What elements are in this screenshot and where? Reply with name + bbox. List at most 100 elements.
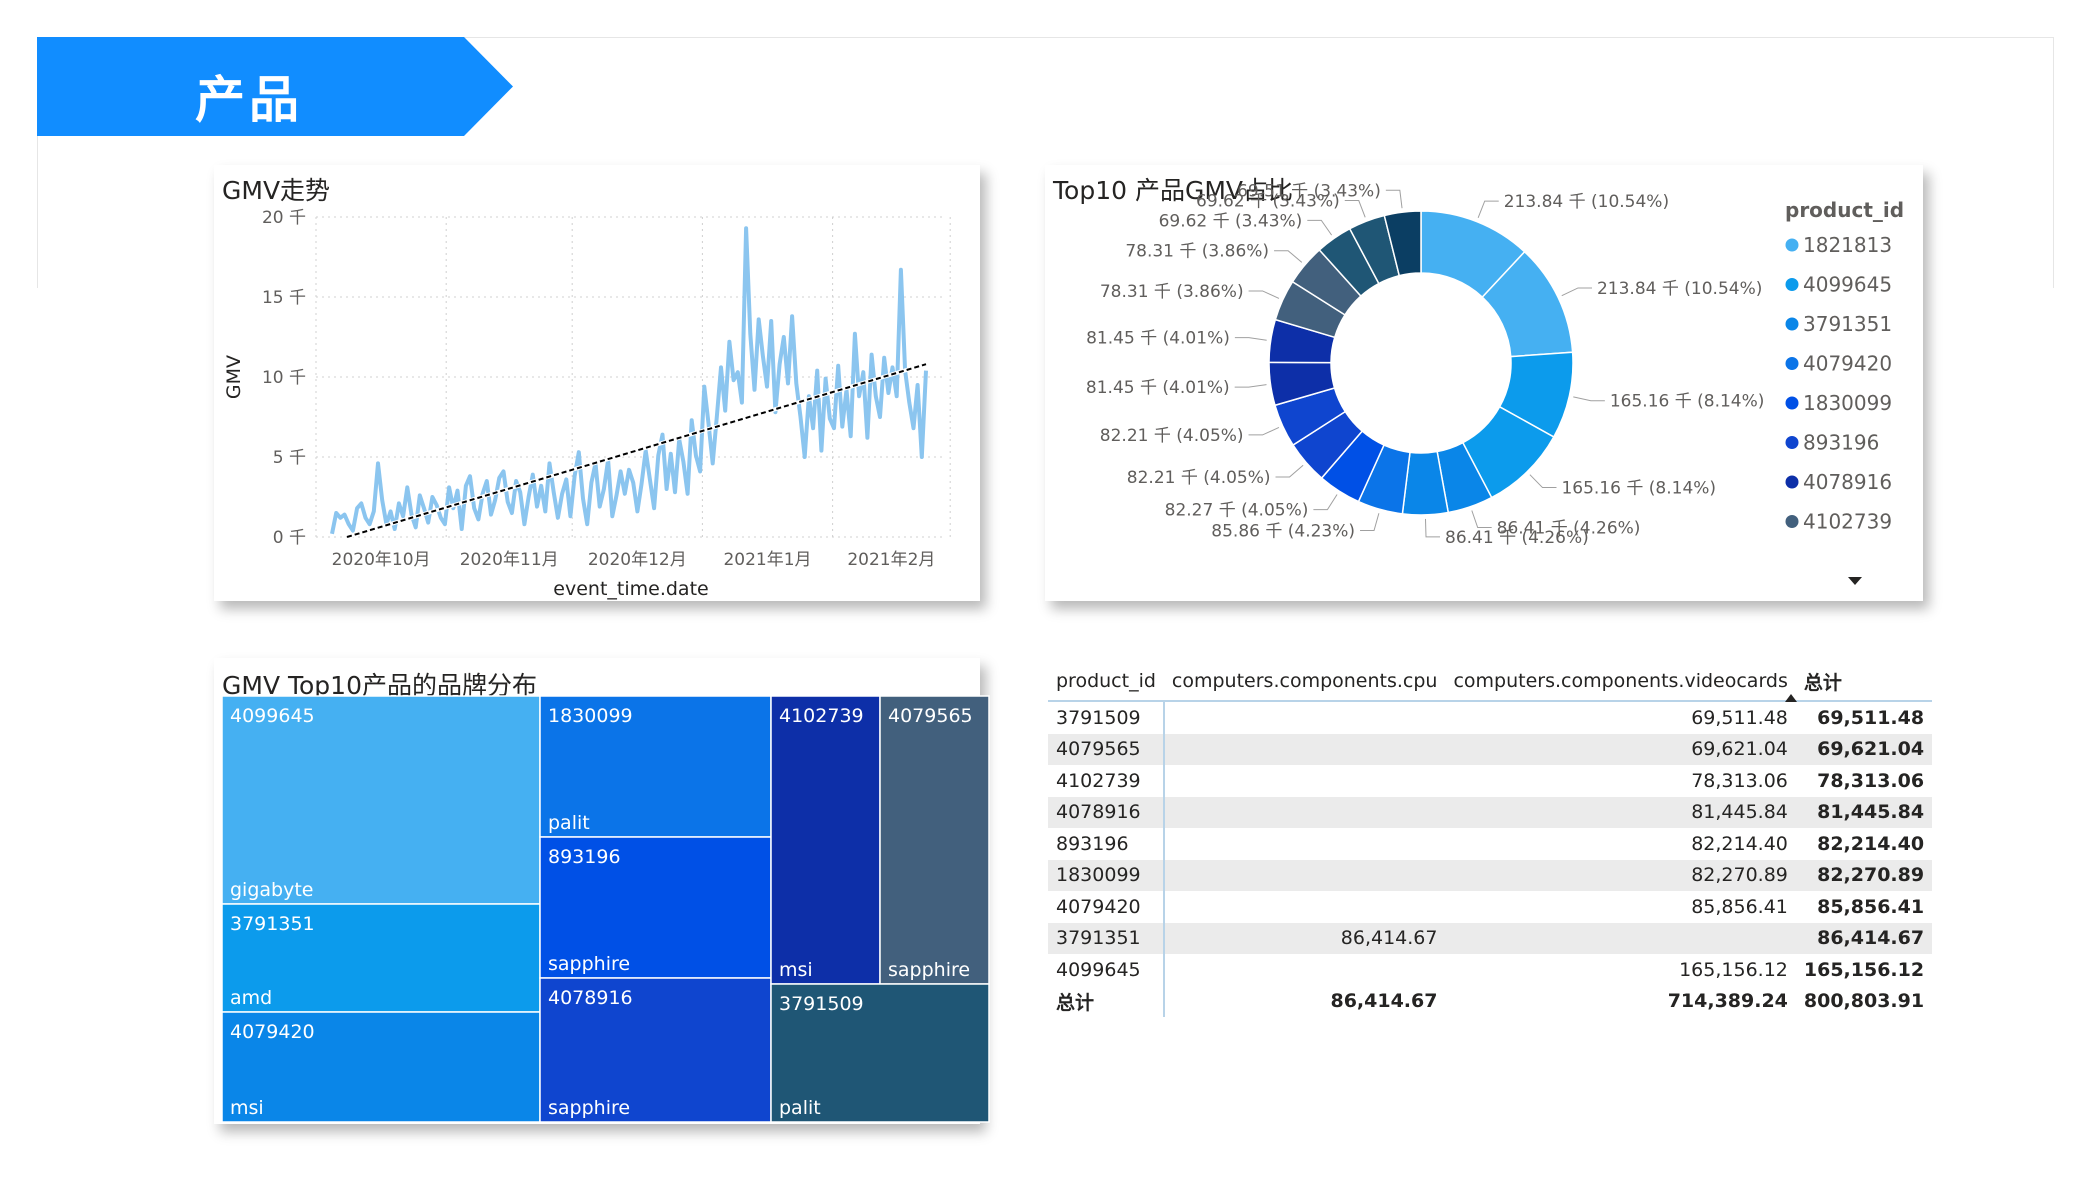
cell-videocards: 85,856.41 (1691, 895, 1788, 918)
row-product-id: 1830099 (1048, 859, 1165, 891)
legend-item-label: 4099645 (1803, 273, 1892, 297)
table-row: 1830099 82,270.89 82,270.89 (1048, 859, 1933, 891)
treemap-tile-id: 4079565 (888, 705, 973, 727)
legend-marker (1785, 436, 1799, 449)
legend-marker (1785, 357, 1799, 370)
table-row: 3791351 86,414.67 86,414.67 (1048, 922, 1933, 954)
cell-total: 86,414.67 (1795, 922, 1933, 954)
row-product-id: 4079565 (1048, 733, 1165, 765)
matrix-body: 3791509 69,511.48 69,511.48 4079565 69,6… (1048, 701, 1933, 1017)
donut-data-label: 78.31 千 (3.86%) (1125, 242, 1269, 262)
cell-total: 69,621.04 (1795, 733, 1933, 765)
y-tick-label: 0 千 (273, 528, 306, 548)
x-tick-label: 2020年11月 (460, 550, 559, 570)
cell-videocards: 78,313.06 (1691, 769, 1788, 792)
row-product-id: 893196 (1048, 828, 1165, 860)
cell-total: 69,511.48 (1817, 706, 1925, 729)
donut-data-label: 81.45 千 (4.01%) (1086, 329, 1230, 349)
treemap-tile-brand: palit (548, 812, 590, 834)
donut-leader-line (1561, 287, 1592, 297)
col-header-total[interactable]: 总计 (1795, 662, 1933, 702)
donut-leader-line (1344, 200, 1366, 218)
gmv-trend-card[interactable]: GMV走势 0 千5 千 10 千 15 千 20 千 2020年10月 2020年11月… (214, 165, 980, 601)
treemap-tile-brand: palit (779, 1097, 821, 1119)
table-row: 4079420 85,856.41 85,856.41 (1048, 891, 1932, 923)
cell-cpu (1163, 733, 1446, 765)
page-title: 产品 (195, 71, 303, 129)
legend-item-label: 1821813 (1803, 233, 1892, 257)
treemap-tile-brand: msi (230, 1097, 264, 1119)
brand-distribution-treemap: 4099645 gigabyte 3791351 amd 4079420 msi 18300… (221, 695, 990, 1123)
treemap-tile (770, 695, 881, 985)
donut-leader-line (1471, 510, 1492, 529)
donut-leader-line (1529, 474, 1557, 489)
brand-distribution-card[interactable]: GMV Top10产品的品牌分布 4099645 gigabyte 3791351 a… (214, 658, 990, 1124)
col-header-product-id[interactable]: product_id (1048, 662, 1164, 702)
y-tick-label: 20 千 (262, 208, 306, 228)
cell-cpu (1163, 796, 1446, 828)
table-row: 893196 82,214.40 82,214.40 (1048, 828, 1932, 860)
cell-videocards: 69,511.48 (1691, 706, 1788, 729)
cell-total: 85,856.41 (1817, 895, 1925, 918)
treemap-tile (879, 695, 990, 985)
cell-total: 78,313.06 (1817, 769, 1925, 792)
y-axis-title: GMV (223, 355, 245, 399)
legend-item-label: 4078916 (1803, 470, 1892, 494)
cell-videocards: 165,156.12 (1679, 958, 1788, 981)
treemap-tile-brand: msi (779, 959, 813, 981)
col-header-videocards[interactable]: computers.components.videocards (1445, 662, 1796, 702)
donut-data-label: 165.16 千 (8.14%) (1610, 392, 1765, 412)
cell-videocards: 81,445.84 (1445, 796, 1796, 828)
cell-videocards: 82,270.89 (1445, 859, 1796, 891)
sort-ascending-icon[interactable] (1785, 694, 1797, 702)
total-videocards: 714,389.24 (1667, 990, 1788, 1013)
donut-leader-line (1248, 427, 1280, 436)
col-header-cpu[interactable]: computers.components.cpu (1163, 662, 1446, 702)
legend-marker (1785, 475, 1799, 489)
treemap-tile (221, 695, 541, 905)
top10-gmv-share-chart: 213.84 千 (10.54%) 213.84 千 (10.54%) 165.16… (1086, 181, 1904, 585)
donut-data-label: 69.51 千 (3.43%) (1237, 181, 1381, 201)
treemap-tile-brand: sapphire (548, 1097, 630, 1119)
treemap-tile-id: 3791509 (779, 993, 864, 1015)
donut-data-label: 82.27 千 (4.05%) (1165, 501, 1309, 521)
row-product-id: 4078916 (1048, 796, 1165, 828)
donut-leader-line (1477, 200, 1499, 219)
donut-leader-line (1307, 219, 1333, 236)
cell-total: 82,270.89 (1795, 859, 1933, 891)
gmv-trend-chart: 0 千 5 千 10 千 15 千 20 千 2020年10月 2020年11月 2020年1… (223, 208, 951, 600)
cell-total: 81,445.84 (1795, 796, 1933, 828)
cell-videocards (1445, 922, 1796, 954)
donut-leader-line (1360, 513, 1380, 532)
y-tick-label: 10 千 (262, 368, 306, 388)
gmv-series-line (330, 226, 928, 535)
cell-cpu (1164, 765, 1446, 797)
treemap-tile-brand: gigabyte (230, 879, 314, 901)
cell-cpu (1164, 891, 1446, 923)
donut-data-label: 81.45 千 (4.01%) (1086, 378, 1230, 398)
donut-leader-line (1234, 337, 1267, 341)
legend-marker (1785, 278, 1799, 291)
row-product-id: 3791351 (1048, 922, 1165, 954)
donut-data-label: 82.21 千 (4.05%) (1100, 426, 1244, 446)
cell-cpu: 86,414.67 (1163, 922, 1446, 954)
donut-data-label: 78.31 千 (3.86%) (1100, 282, 1244, 302)
donut-leader-line (1313, 494, 1338, 511)
donut-data-label: 165.16 千 (8.14%) (1561, 479, 1716, 499)
legend-item-label: 893196 (1803, 431, 1879, 455)
matrix-header-row: product_id computers.components.cpu comp… (1048, 662, 1933, 702)
row-product-id: 4079420 (1048, 891, 1165, 923)
legend-item-label: 3791351 (1803, 312, 1892, 336)
cell-total: 165,156.12 (1803, 958, 1925, 981)
treemap-tile-id: 893196 (548, 846, 621, 868)
donut-leader-line (1274, 250, 1303, 263)
cell-cpu (1164, 701, 1446, 734)
y-tick-label: 15 千 (262, 288, 306, 308)
treemap-tile-brand: sapphire (548, 953, 630, 975)
top10-gmv-share-card[interactable]: Top10 产品GMV占比 213.84 千 (10.54%) 213.84 千 … (1045, 165, 1923, 601)
treemap-tile-id: 4078916 (548, 987, 633, 1009)
x-tick-label: 2020年10月 (332, 550, 431, 570)
legend-item-label: 1830099 (1803, 391, 1892, 415)
donut-data-label: 69.62 千 (3.43%) (1159, 211, 1303, 231)
table-row: 4078916 81,445.84 81,445.84 (1048, 796, 1933, 828)
